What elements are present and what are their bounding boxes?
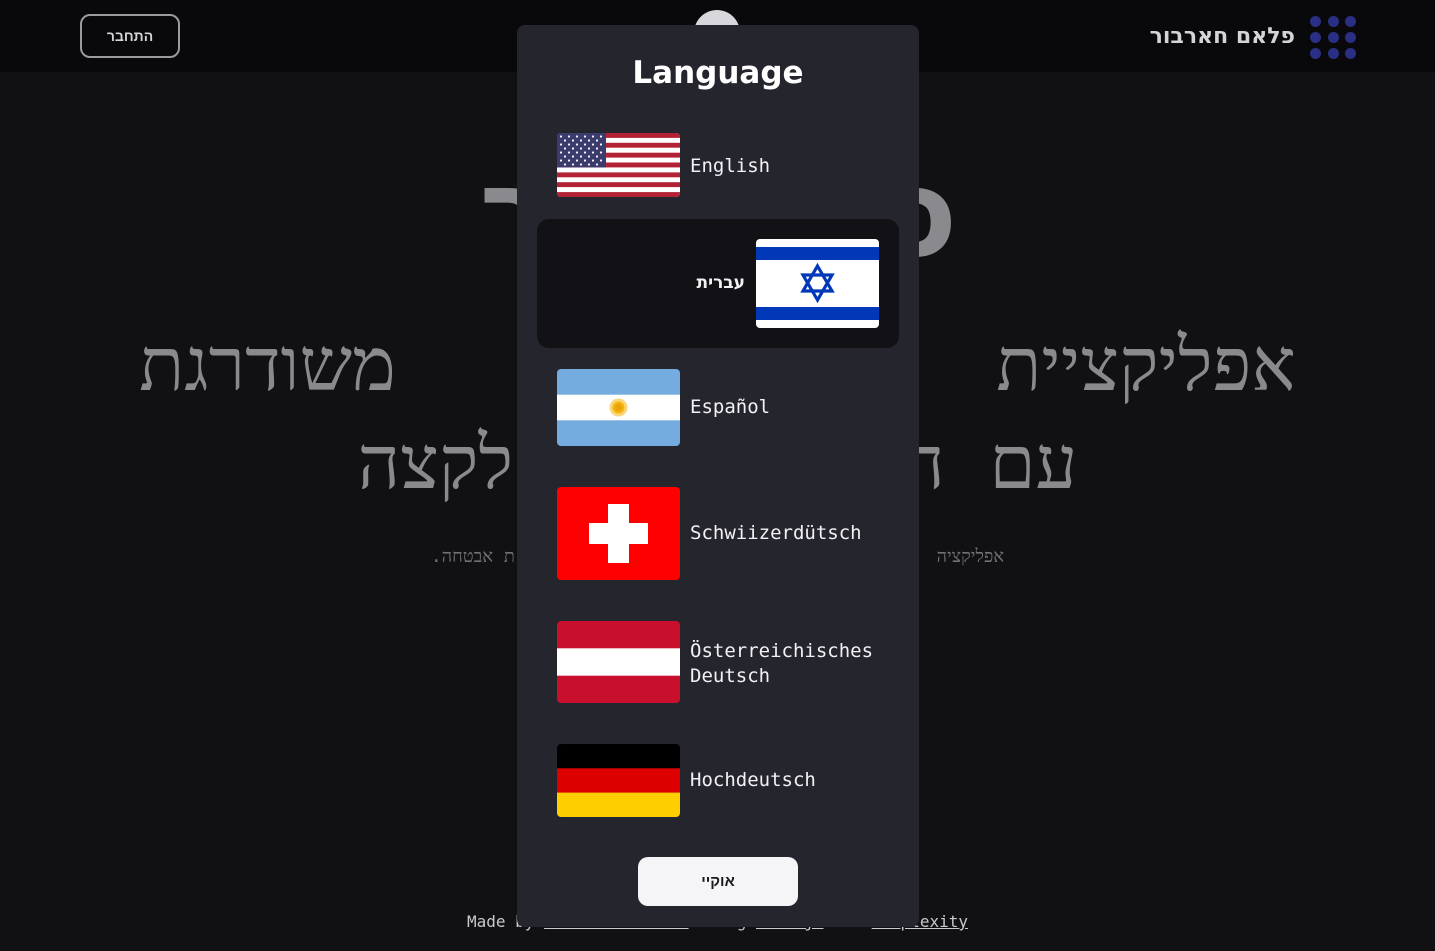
language-option-hebrew[interactable]: עברית — [537, 219, 899, 348]
language-label: Hochdeutsch — [690, 769, 816, 791]
germany-flag-icon — [557, 744, 680, 817]
language-label: Español — [690, 396, 771, 418]
language-option-austrian-german[interactable]: Österreichisches Deutsch — [537, 611, 899, 713]
login-button[interactable]: התחבר — [80, 14, 180, 58]
modal-title: Language — [632, 55, 804, 91]
hero-subtitle-left: משודרגת — [139, 322, 396, 408]
hero-subtitle-2-mid: עם ה — [902, 420, 1078, 506]
us-flag-icon — [557, 133, 680, 197]
brand-name[interactable]: פלאם חארבור — [1150, 24, 1295, 49]
language-option-spanish[interactable]: Español — [537, 359, 899, 455]
language-label: עברית — [696, 273, 745, 293]
hero-description-right: אפליקציה — [936, 546, 1005, 567]
switzerland-flag-icon — [557, 487, 680, 580]
logo-icon[interactable] — [1310, 16, 1356, 60]
language-label: English — [690, 155, 771, 177]
hero-description-left: ת אבטחה. — [430, 546, 515, 567]
language-option-swiss-german[interactable]: Schwiizerdütsch — [537, 477, 899, 590]
language-option-high-german[interactable]: Hochdeutsch — [537, 734, 899, 827]
argentina-flag-icon — [557, 369, 680, 446]
language-label: Österreichisches Deutsch — [690, 640, 874, 687]
page: התחבר פלאם חארבור פלא בור אפליקציית ם מש… — [0, 0, 1435, 951]
language-option-english[interactable]: English — [537, 123, 899, 209]
israel-flag-icon — [756, 239, 879, 328]
austria-flag-icon — [557, 621, 680, 703]
ok-button[interactable]: אוקיי — [638, 857, 798, 906]
language-label: Schwiizerdütsch — [690, 522, 862, 544]
language-modal: Language English עברית Español Schwiizer… — [517, 25, 919, 927]
hero-subtitle-right: אפליקציית — [996, 322, 1296, 408]
hero-subtitle-2-left: לקצה — [357, 420, 514, 506]
